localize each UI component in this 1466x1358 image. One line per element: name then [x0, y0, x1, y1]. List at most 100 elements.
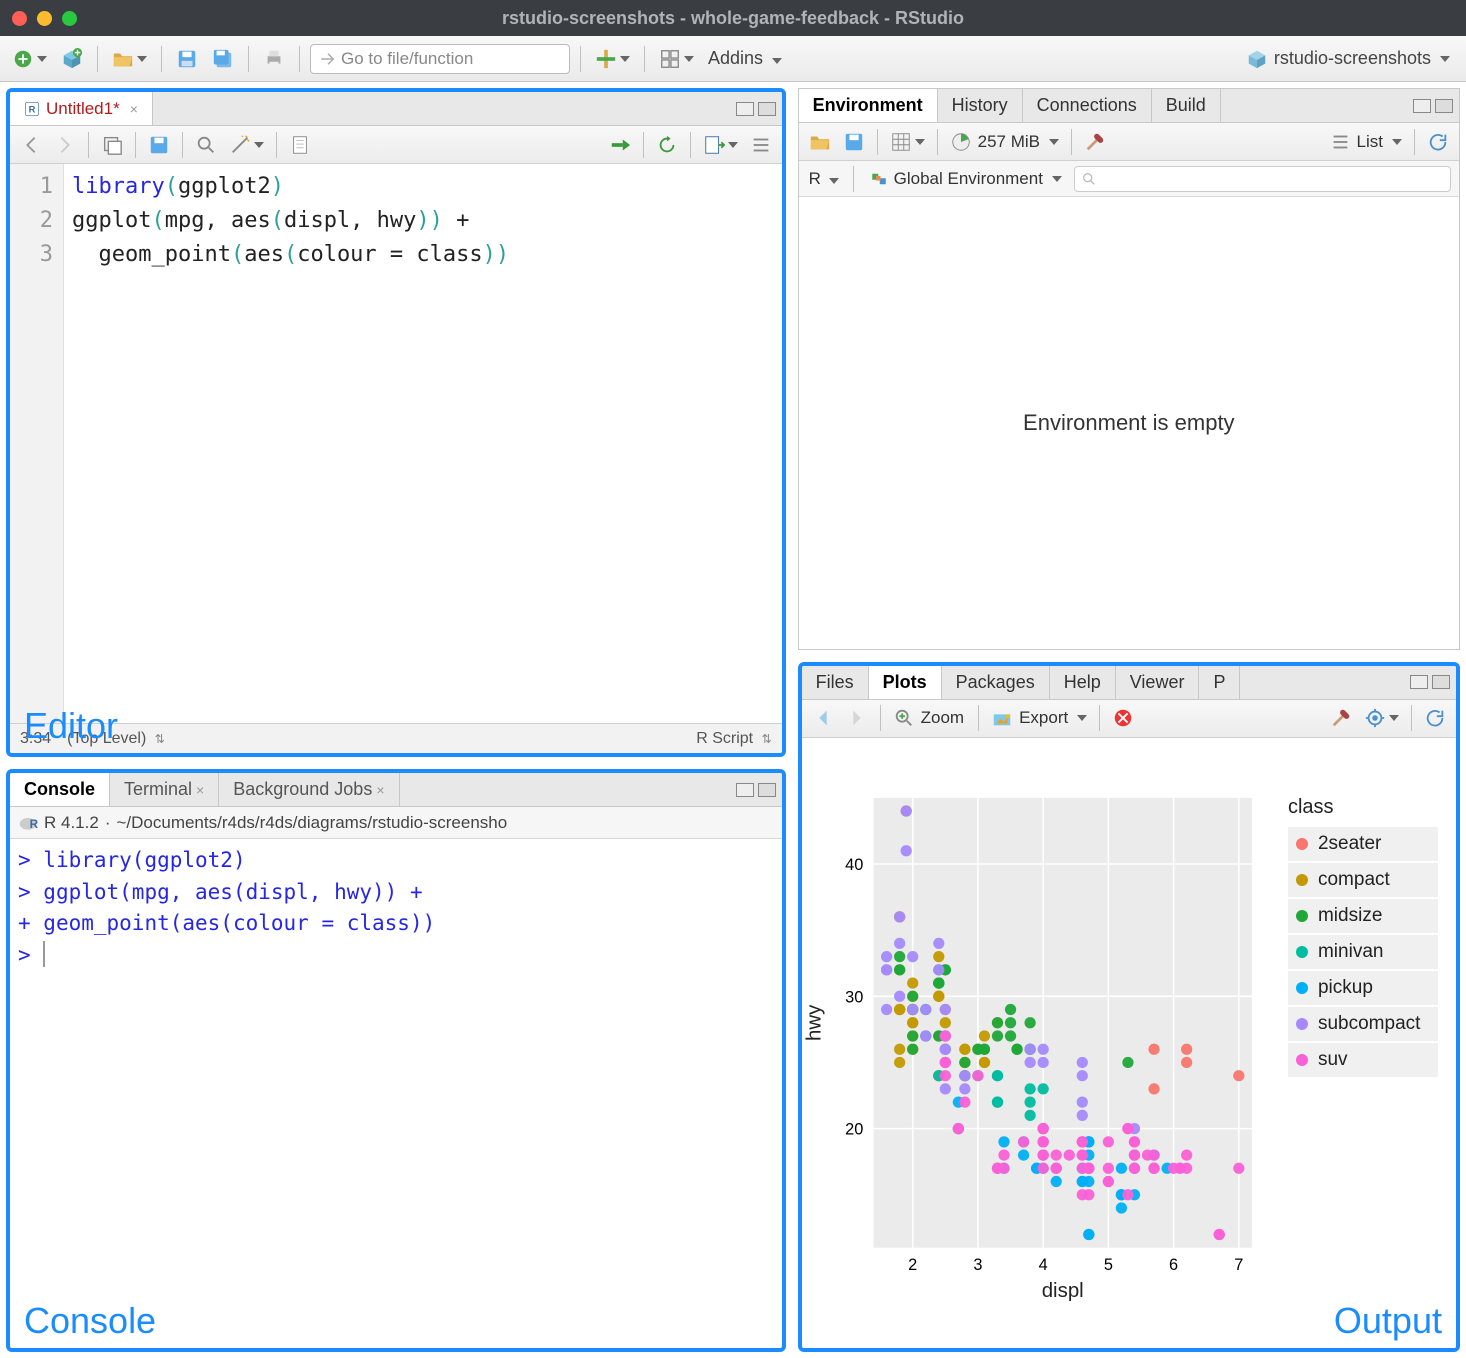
console-tab-terminal[interactable]: Terminal ×: [110, 773, 219, 806]
maximize-pane-icon[interactable]: [758, 102, 776, 116]
editor-tab-untitled1[interactable]: R Untitled1* ×: [10, 92, 153, 125]
source-button[interactable]: [699, 130, 742, 160]
new-project-button[interactable]: [57, 44, 87, 74]
goto-file-placeholder: Go to file/function: [341, 49, 473, 69]
close-tab-icon[interactable]: ×: [130, 101, 138, 117]
plot-prev-button[interactable]: [808, 703, 838, 733]
rerun-icon: [656, 134, 678, 156]
zoom-icon: [893, 707, 915, 729]
output-tab-packages[interactable]: Packages: [942, 666, 1050, 699]
editor-area[interactable]: 123 library(ggplot2) ggplot(mpg, aes(dis…: [10, 164, 782, 723]
plot-next-button[interactable]: [842, 703, 872, 733]
wand-icon: [229, 134, 251, 156]
refresh-plots-button[interactable]: [1420, 703, 1450, 733]
export-plot-button[interactable]: Export: [987, 703, 1091, 733]
clear-workspace-button[interactable]: [1080, 127, 1110, 157]
console-callout-label: Console: [24, 1300, 156, 1342]
forward-button[interactable]: [50, 130, 80, 160]
load-workspace-button[interactable]: [805, 127, 835, 157]
compile-report-button[interactable]: [285, 130, 315, 160]
save-all-button[interactable]: [208, 44, 238, 74]
run-icon: [609, 134, 631, 156]
open-file-button[interactable]: [108, 44, 151, 74]
maximize-pane-icon[interactable]: [1432, 675, 1450, 689]
svg-text:6: 6: [1169, 1256, 1178, 1274]
svg-text:20: 20: [845, 1120, 863, 1138]
publish-icon: [1364, 707, 1386, 729]
back-button[interactable]: [16, 130, 46, 160]
goto-file-input[interactable]: Go to file/function: [310, 44, 570, 74]
env-search-input[interactable]: [1074, 166, 1451, 192]
search-icon: [1081, 171, 1097, 187]
run-button[interactable]: [605, 130, 635, 160]
env-tab-environment[interactable]: Environment: [799, 89, 938, 122]
save-workspace-button[interactable]: [839, 127, 869, 157]
output-tab-help[interactable]: Help: [1050, 666, 1116, 699]
clear-plots-button[interactable]: [1326, 703, 1356, 733]
legend-item-minivan: minivan: [1288, 935, 1438, 969]
print-button[interactable]: [259, 44, 289, 74]
tools-button[interactable]: [591, 44, 634, 74]
zoom-plot-button[interactable]: Zoom: [889, 703, 970, 733]
save-all-icon: [212, 48, 234, 70]
env-scope-lang[interactable]: R: [809, 169, 839, 189]
output-tab-p[interactable]: P: [1199, 666, 1240, 699]
view-mode-button[interactable]: List: [1325, 127, 1406, 157]
console-tabstrip: ConsoleTerminal ×Background Jobs ×: [10, 773, 782, 807]
list-icon: [1329, 131, 1351, 153]
minimize-pane-icon[interactable]: [1410, 675, 1428, 689]
console-area[interactable]: > library(ggplot2)> ggplot(mpg, aes(disp…: [10, 839, 782, 1348]
project-selector[interactable]: rstudio-screenshots: [1238, 48, 1458, 70]
maximize-pane-icon[interactable]: [1435, 99, 1453, 113]
find-button[interactable]: [191, 130, 221, 160]
import-dataset-button[interactable]: [886, 127, 929, 157]
console-header: R R 4.1.2 · ~/Documents/r4ds/r4ds/diagra…: [10, 807, 782, 839]
maximize-window-icon[interactable]: [62, 11, 77, 26]
save-file-button[interactable]: [144, 130, 174, 160]
popout-icon: [101, 134, 123, 156]
show-in-new-window-button[interactable]: [97, 130, 127, 160]
grid-data-icon: [890, 131, 912, 153]
broom-icon: [1084, 131, 1106, 153]
minimize-pane-icon[interactable]: [1413, 99, 1431, 113]
code-text[interactable]: library(ggplot2) ggplot(mpg, aes(displ, …: [64, 164, 782, 723]
legend-title: class: [1288, 796, 1438, 819]
env-tabstrip: EnvironmentHistoryConnectionsBuild: [799, 89, 1459, 123]
pane-layout-button[interactable]: [655, 44, 698, 74]
plot-legend: class 2seatercompactmidsizeminivanpickup…: [1288, 796, 1438, 1079]
code-tools-button[interactable]: [225, 130, 268, 160]
search-icon: [195, 134, 217, 156]
rerun-button[interactable]: [652, 130, 682, 160]
env-tab-history[interactable]: History: [938, 89, 1023, 122]
output-tab-viewer[interactable]: Viewer: [1116, 666, 1200, 699]
close-window-icon[interactable]: [12, 11, 27, 26]
editor-tabstrip: R Untitled1* ×: [10, 92, 782, 126]
project-name: rstudio-screenshots: [1274, 48, 1431, 69]
refresh-env-button[interactable]: [1423, 127, 1453, 157]
publish-plot-button[interactable]: [1360, 703, 1403, 733]
output-tab-files[interactable]: Files: [802, 666, 869, 699]
output-tab-plots[interactable]: Plots: [869, 666, 942, 699]
memory-indicator[interactable]: 257 MiB: [946, 127, 1063, 157]
new-file-button[interactable]: [8, 44, 51, 74]
console-tab-console[interactable]: Console: [10, 773, 110, 806]
console-tab-background-jobs[interactable]: Background Jobs ×: [219, 773, 399, 806]
save-button[interactable]: [172, 44, 202, 74]
outline-button[interactable]: [746, 130, 776, 160]
main-toolbar: Go to file/function Addins rstudio-scree…: [0, 36, 1466, 82]
minimize-pane-icon[interactable]: [736, 102, 754, 116]
save-icon: [843, 131, 865, 153]
minimize-pane-icon[interactable]: [736, 783, 754, 797]
addins-dropdown[interactable]: Addins: [708, 48, 782, 69]
remove-plot-button[interactable]: [1108, 703, 1138, 733]
line-gutter: 123: [10, 164, 64, 723]
minimize-window-icon[interactable]: [37, 11, 52, 26]
env-tab-connections[interactable]: Connections: [1023, 89, 1152, 122]
file-type-indicator[interactable]: R Script ⇅: [696, 730, 771, 748]
env-tab-build[interactable]: Build: [1152, 89, 1221, 122]
remove-icon: [1112, 707, 1134, 729]
env-scope-selector[interactable]: Global Environment: [866, 164, 1066, 194]
window-title: rstudio-screenshots - whole-game-feedbac…: [502, 8, 964, 29]
maximize-pane-icon[interactable]: [758, 783, 776, 797]
editor-callout-label: Editor: [24, 705, 118, 747]
